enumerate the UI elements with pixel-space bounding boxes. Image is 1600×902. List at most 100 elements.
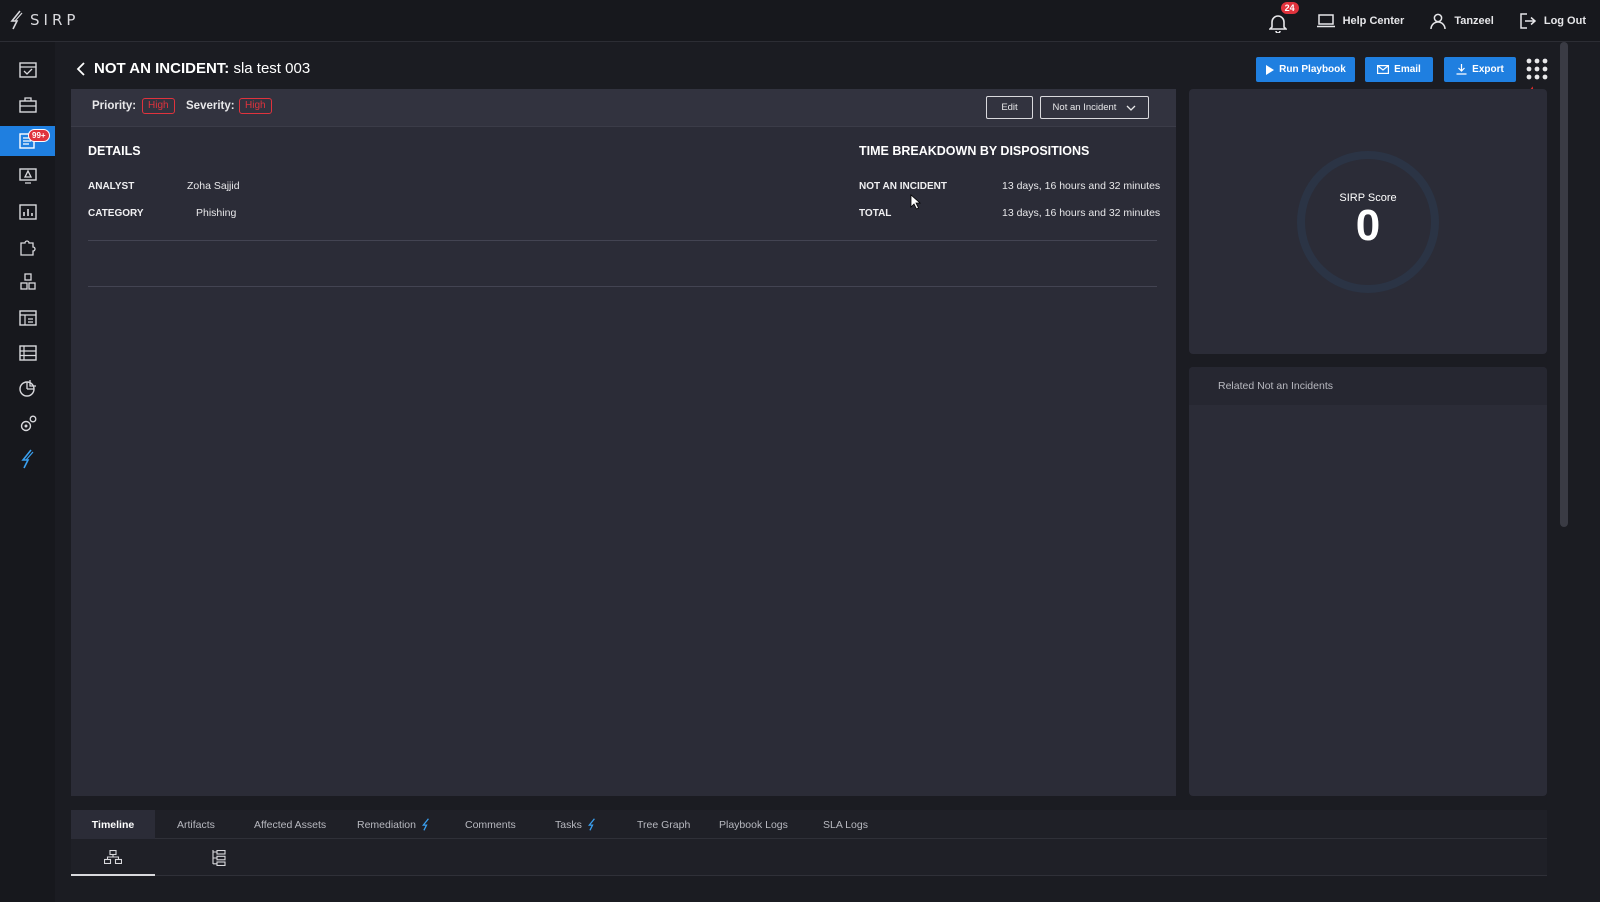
pie-chart-icon [18, 380, 36, 397]
category-value: Phishing [196, 207, 237, 219]
puzzle-icon [19, 240, 36, 256]
logo-text: SIRP [30, 11, 80, 29]
tab-tree-graph[interactable]: Tree Graph [637, 810, 690, 839]
chevron-down-icon [1126, 105, 1136, 111]
top-bar: SIRP 24 Help Center Tanzeel Log Out [0, 0, 1600, 42]
tab-artifacts[interactable]: Artifacts [177, 810, 215, 839]
time-row-value: 13 days, 16 hours and 32 minutes [1002, 180, 1161, 192]
help-center-label: Help Center [1342, 15, 1405, 27]
tab-playbook-logs[interactable]: Playbook Logs [719, 810, 788, 839]
cubes-icon [19, 273, 36, 290]
page-title-name: sla test 003 [233, 60, 311, 77]
logout-icon [1520, 13, 1536, 29]
incident-panel-header: Priority: High Severity: High Edit Not a… [71, 89, 1176, 127]
export-label: Export [1472, 64, 1504, 75]
list-tree-icon [212, 849, 226, 866]
page-scrollbar[interactable] [1560, 42, 1568, 527]
export-button[interactable]: Export [1444, 57, 1516, 82]
tree-view-button[interactable] [71, 839, 155, 876]
timeline-view-toggle [71, 839, 1547, 876]
run-playbook-button[interactable]: Run Playbook [1256, 57, 1355, 82]
page-title: NOT AN INCIDENT: sla test 003 [94, 60, 310, 77]
tab-tasks[interactable]: Tasks [555, 810, 597, 839]
severity-badge: High [239, 98, 272, 114]
edit-label: Edit [1001, 102, 1018, 113]
user-name: Tanzeel [1454, 15, 1494, 27]
laptop-icon [1316, 14, 1335, 28]
hierarchy-icon [104, 849, 122, 864]
divider [88, 240, 1157, 241]
tab-label: Timeline [91, 818, 135, 831]
tab-label: Comments [465, 818, 516, 831]
sirp-score-panel: SIRP Score 0 [1189, 89, 1547, 354]
user-menu[interactable]: Tanzeel [1430, 13, 1494, 29]
user-icon [1430, 13, 1447, 29]
analytics-chart-icon [18, 204, 37, 220]
sidebar-item-reports[interactable] [0, 303, 55, 333]
sidebar-item-settings[interactable] [0, 409, 55, 439]
sirp-bolt-icon [20, 449, 33, 469]
run-playbook-label: Run Playbook [1279, 64, 1346, 75]
tab-label: Artifacts [177, 818, 215, 831]
envelope-icon [1377, 65, 1390, 74]
bell-icon [1268, 15, 1287, 33]
help-center-link[interactable]: Help Center [1316, 14, 1405, 28]
incident-details-panel: Priority: High Severity: High Edit Not a… [71, 89, 1176, 796]
edit-button[interactable]: Edit [986, 96, 1033, 119]
list-view-button[interactable] [177, 839, 261, 876]
mouse-cursor-icon [910, 194, 921, 210]
logout-button[interactable]: Log Out [1520, 13, 1586, 29]
notification-count-badge: 24 [1280, 2, 1299, 14]
gears-icon [20, 415, 36, 432]
sidebar-item-alerts[interactable] [0, 161, 55, 191]
severity-label: Severity: [186, 100, 235, 112]
score-value: 0 [1355, 201, 1381, 250]
time-row-label: TOTAL [859, 208, 892, 219]
tab-label: Playbook Logs [719, 818, 788, 831]
tab-label: Remediation [357, 818, 416, 831]
play-icon [1266, 64, 1275, 75]
dashboard-calendar-icon [18, 62, 37, 78]
sidebar-item-incidents[interactable]: 99+ [0, 126, 55, 156]
database-icon [18, 345, 37, 361]
incidents-count-badge: 99+ [28, 129, 50, 142]
back-chevron-icon[interactable] [74, 60, 88, 78]
tab-sla-logs[interactable]: SLA Logs [823, 810, 868, 839]
download-icon [1456, 64, 1467, 75]
detail-tabs: Timeline Artifacts Affected Assets Remed… [71, 810, 1547, 839]
sidebar-item-dashboard[interactable] [0, 55, 55, 85]
time-breakdown-heading: TIME BREAKDOWN BY DISPOSITIONS [859, 144, 1090, 158]
sidebar-item-database[interactable] [0, 338, 55, 368]
details-heading: DETAILS [88, 144, 141, 158]
related-panel-header: Related Not an Incidents [1189, 367, 1547, 405]
analyst-value: Zoha Sajjid [187, 180, 240, 192]
related-title: Related Not an Incidents [1218, 380, 1333, 392]
sidebar-item-sirp-ai[interactable] [0, 444, 55, 474]
analyst-label: ANALYST [88, 181, 135, 192]
tab-timeline[interactable]: Timeline [71, 810, 155, 839]
apps-grid-icon[interactable] [1526, 58, 1548, 80]
briefcase-icon [18, 97, 37, 113]
time-row-value: 13 days, 16 hours and 32 minutes [1002, 207, 1161, 219]
tab-label: Tree Graph [637, 818, 691, 831]
sidebar-item-assets[interactable] [0, 267, 55, 297]
app-logo[interactable]: SIRP [10, 10, 79, 30]
tab-remediation[interactable]: Remediation [357, 810, 431, 839]
priority-label: Priority: [92, 100, 137, 112]
tab-label: Affected Assets [254, 818, 327, 831]
top-actions: 24 Help Center Tanzeel Log Out [1268, 0, 1586, 42]
logout-label: Log Out [1543, 15, 1586, 27]
disposition-select[interactable]: Not an Incident [1040, 96, 1149, 119]
sidebar-item-integrations[interactable] [0, 232, 55, 262]
page-title-type: NOT AN INCIDENT: [94, 60, 230, 77]
email-label: Email [1394, 64, 1421, 75]
email-button[interactable]: Email [1365, 57, 1433, 82]
disposition-value: Not an Incident [1052, 102, 1117, 113]
tab-affected-assets[interactable]: Affected Assets [254, 810, 326, 839]
tab-comments[interactable]: Comments [465, 810, 516, 839]
sidebar-item-analytics[interactable] [0, 197, 55, 227]
category-label: CATEGORY [88, 208, 144, 219]
sidebar-item-dashboards[interactable] [0, 373, 55, 403]
sidebar-item-cases[interactable] [0, 90, 55, 120]
notifications-button[interactable]: 24 [1268, 2, 1299, 33]
